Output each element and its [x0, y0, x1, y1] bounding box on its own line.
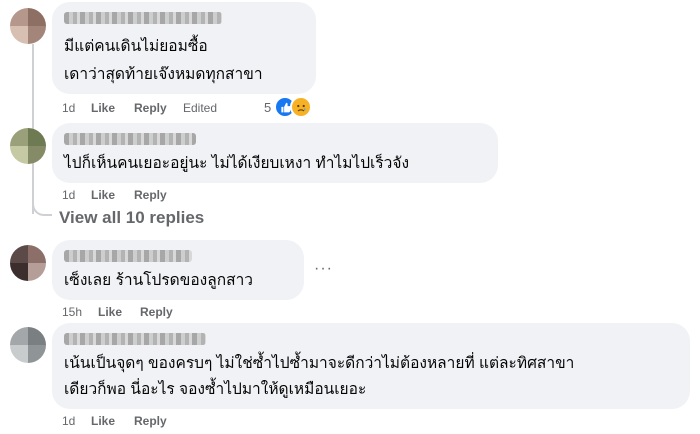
- comment-time[interactable]: 1d: [62, 101, 75, 115]
- avatar-cell: [28, 146, 46, 164]
- comment-text-line: เซ็งเลย ร้านโปรดของลูกสาว: [64, 272, 253, 289]
- reply-thread-curve: [32, 196, 52, 216]
- avatar-cell: [10, 345, 28, 363]
- author-name-redacted[interactable]: [64, 12, 222, 24]
- avatar[interactable]: [10, 327, 46, 363]
- avatar-cell: [10, 146, 28, 164]
- comment-time[interactable]: 1d: [62, 188, 75, 202]
- reply-button[interactable]: Reply: [134, 414, 167, 428]
- avatar-cell: [10, 8, 28, 26]
- author-name-redacted[interactable]: [64, 333, 206, 345]
- comment-text-line: เดียวก็พอ นี่อะไร จองซ้ำไปมาให้ดูเหมือนเ…: [64, 381, 367, 398]
- avatar-cell: [28, 26, 46, 44]
- more-options-icon[interactable]: ···: [314, 260, 333, 278]
- avatar-cell: [28, 245, 46, 263]
- avatar[interactable]: [10, 128, 46, 164]
- avatar-cell: [10, 26, 28, 44]
- avatar-cell: [28, 327, 46, 345]
- comment-time[interactable]: 15h: [62, 305, 82, 319]
- reply-button[interactable]: Reply: [134, 188, 167, 202]
- avatar-cell: [28, 345, 46, 363]
- reply-button[interactable]: Reply: [134, 101, 167, 115]
- like-button[interactable]: Like: [91, 101, 115, 115]
- author-name-redacted[interactable]: [64, 133, 196, 145]
- reaction-count: 5: [264, 99, 272, 115]
- author-name-redacted[interactable]: [64, 250, 192, 262]
- avatar-cell: [28, 8, 46, 26]
- avatar-cell: [10, 245, 28, 263]
- comment-text-line: เดาว่าสุดท้ายเจ๊งหมดทุกสาขา: [64, 66, 263, 83]
- like-button[interactable]: Like: [91, 188, 115, 202]
- like-button[interactable]: Like: [91, 414, 115, 428]
- reaction-summary[interactable]: 5: [264, 96, 313, 118]
- comment-text-line: ไปก็เห็นคนเยอะอยู่นะ ไม่ได้เงียบเหงา ทำไ…: [64, 155, 410, 172]
- avatar-cell: [10, 327, 28, 345]
- sad-icon: [290, 96, 313, 118]
- comment-time[interactable]: 1d: [62, 414, 75, 428]
- avatar-cell: [28, 128, 46, 146]
- comment-text-line: มีแต่คนเดินไม่ยอมซื้อ: [64, 38, 208, 55]
- reply-button[interactable]: Reply: [140, 305, 173, 319]
- avatar-cell: [28, 263, 46, 281]
- edited-label[interactable]: Edited: [183, 101, 217, 115]
- avatar-cell: [10, 128, 28, 146]
- avatar-cell: [10, 263, 28, 281]
- view-all-replies-link[interactable]: View all 10 replies: [59, 208, 204, 228]
- avatar[interactable]: [10, 245, 46, 281]
- like-button[interactable]: Like: [98, 305, 122, 319]
- avatar[interactable]: [10, 8, 46, 44]
